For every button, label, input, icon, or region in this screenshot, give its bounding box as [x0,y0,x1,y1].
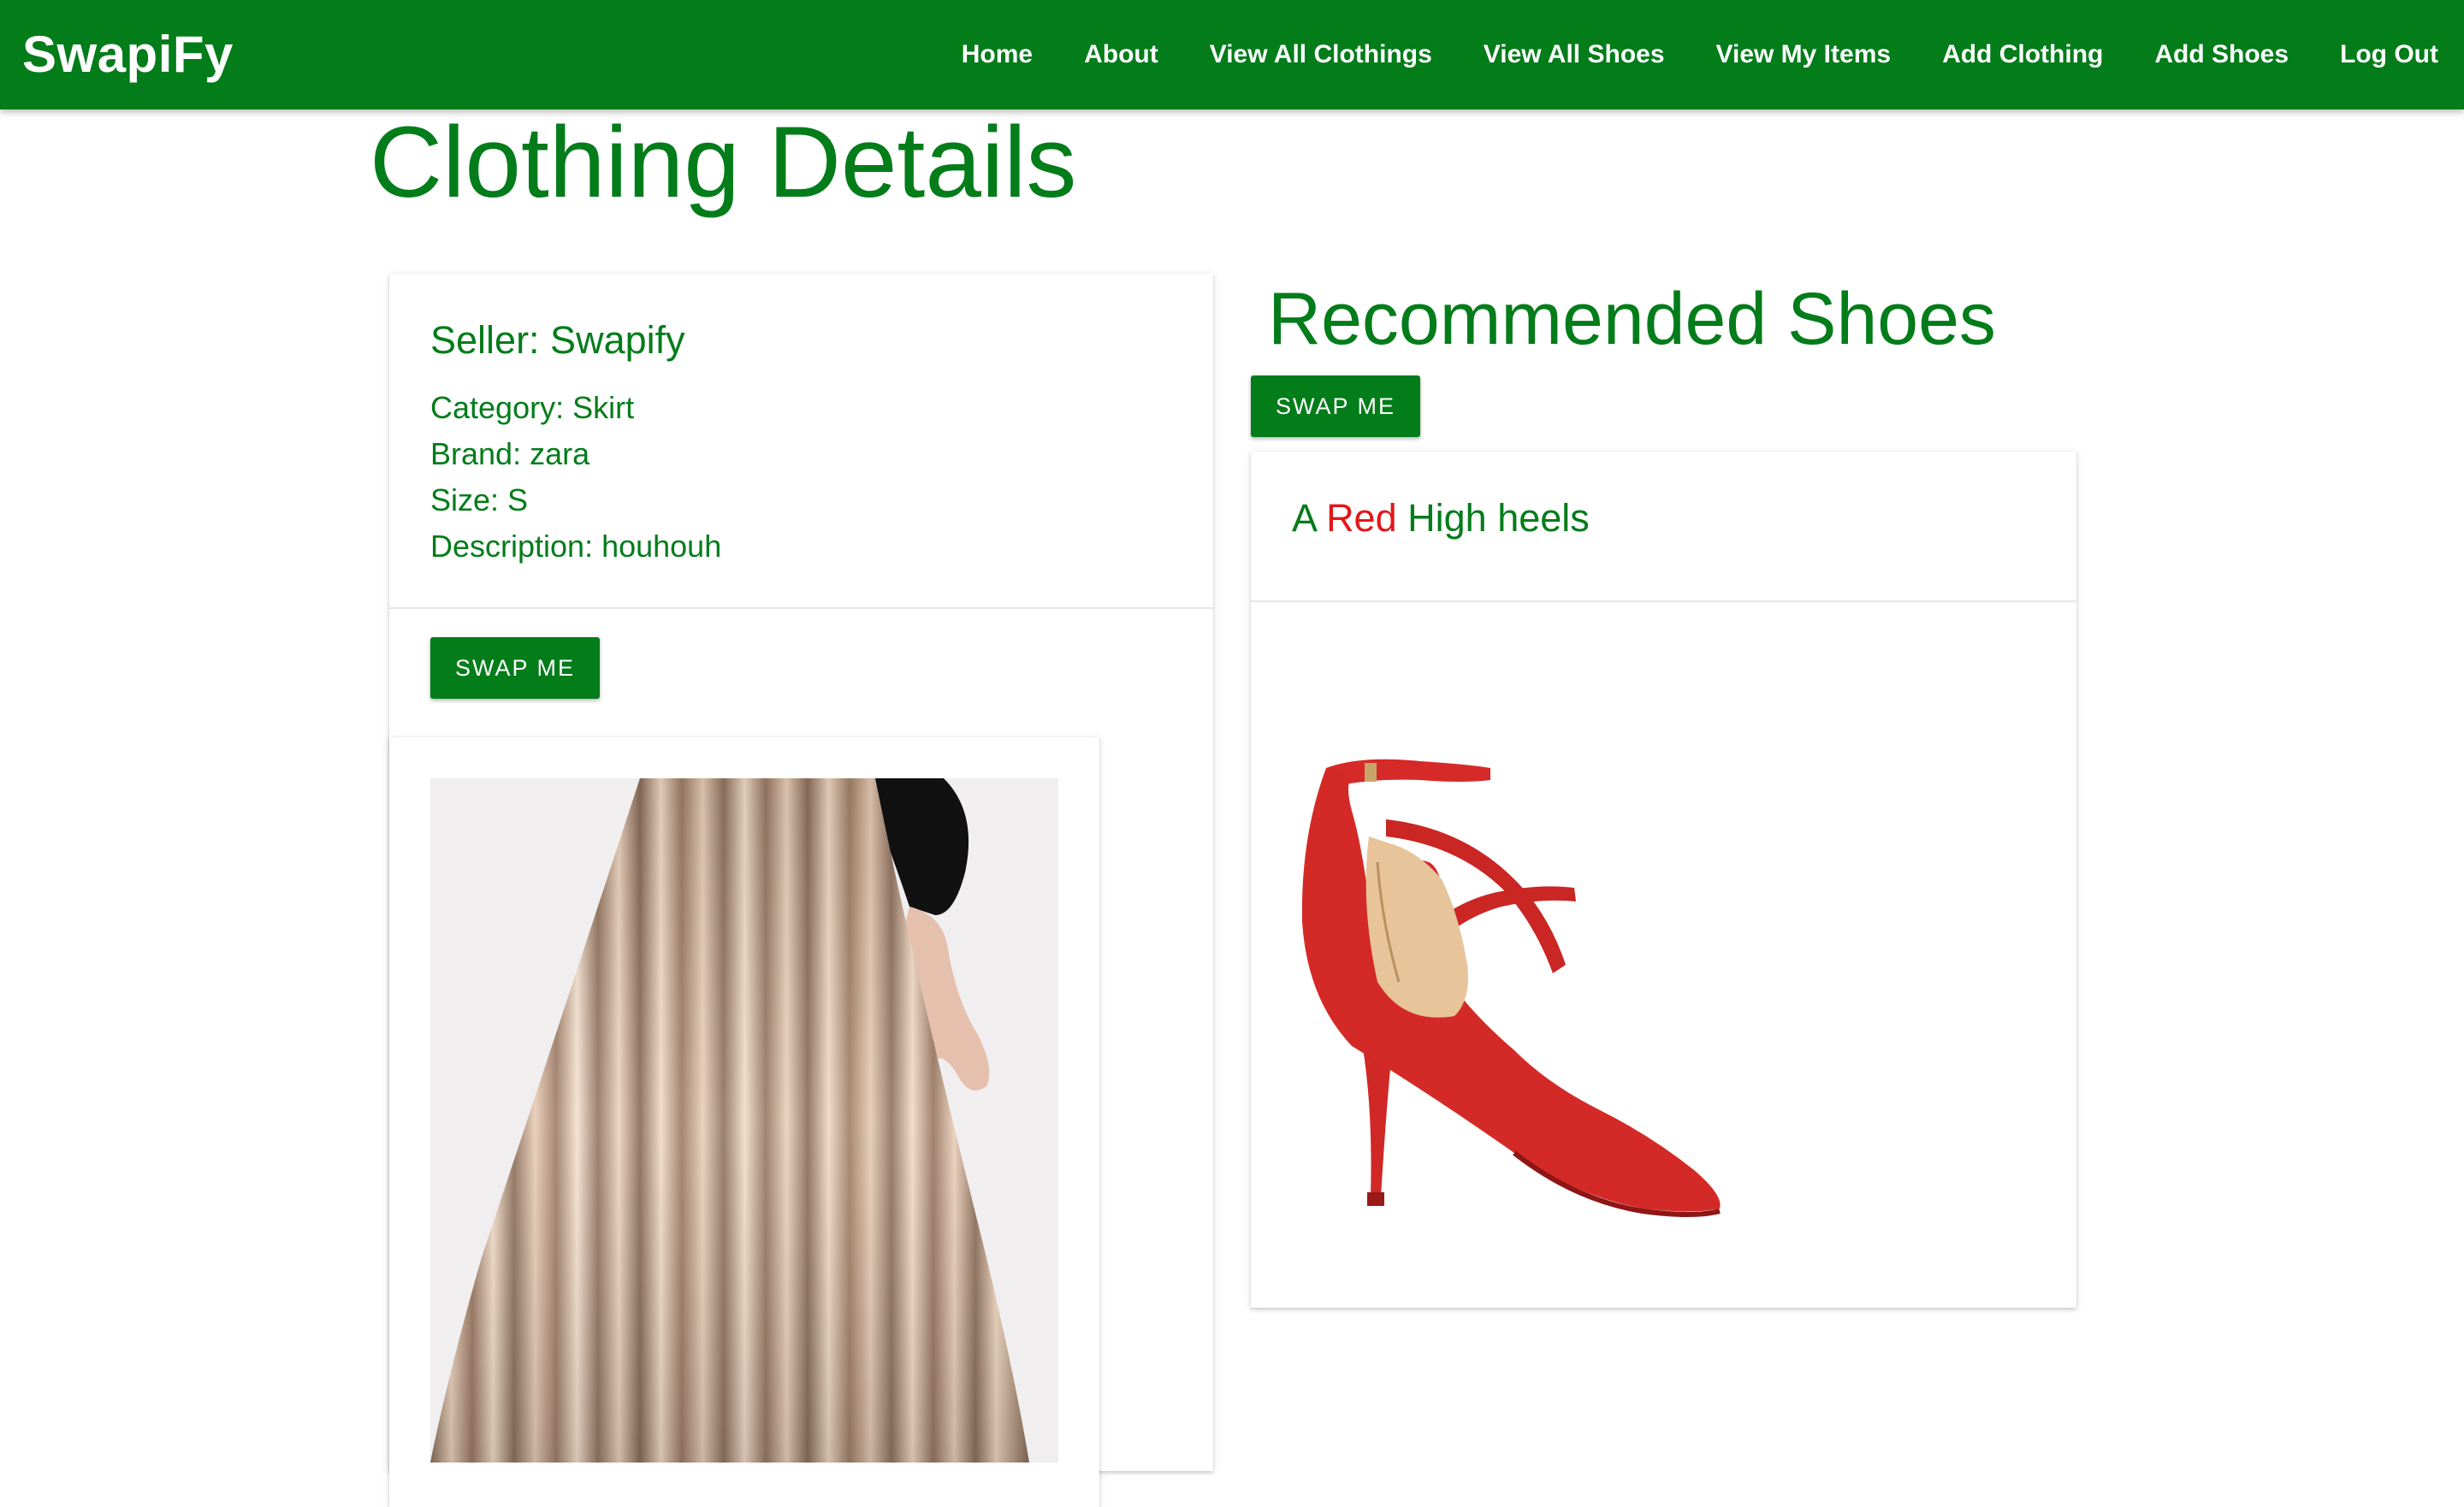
card-divider [389,607,1213,609]
brand-label: Brand: zara [430,436,590,471]
brand-logo[interactable]: SwapiFy [22,0,234,109]
size-label: Size: S [430,482,529,517]
shoe-title-name: High heels [1407,496,1590,540]
shoe-title-color: Red [1326,496,1397,540]
nav-link-add-clothing[interactable]: Add Clothing [1942,40,2103,69]
swap-me-button[interactable]: SWAP ME [430,637,600,699]
nav-link-about[interactable]: About [1084,40,1158,69]
seller-label: Seller: Swapify [430,318,685,362]
card-divider [1251,600,2076,602]
nav-link-view-all-shoes[interactable]: View All Shoes [1484,40,1665,69]
shoe-title-prefix: A [1292,496,1316,540]
nav-link-add-shoes[interactable]: Add Shoes [2154,40,2289,69]
category-label: Category: Skirt [430,390,635,425]
recommended-swap-me-button[interactable]: SWAP ME [1251,375,1420,437]
page-title: Clothing Details [370,106,1077,219]
nav-links: Home About View All Clothings View All S… [910,0,2438,109]
nav-link-view-my-items[interactable]: View My Items [1716,40,1892,69]
nav-link-log-out[interactable]: Log Out [2340,40,2438,69]
description-label: Description: houhouh [430,529,722,564]
shoe-image [1292,708,1737,1238]
clothing-attributes: Category: Skirt Brand: zara Size: S Desc… [430,385,721,570]
recommended-shoe-card: A Red High heels [1251,452,2076,1308]
nav-link-home[interactable]: Home [962,40,1033,69]
recommended-title: Recommended Shoes [1268,278,1996,360]
skirt-image [430,778,1058,1463]
nav-link-view-all-clothings[interactable]: View All Clothings [1210,40,1432,69]
shoe-title: A Red High heels [1292,496,1590,541]
clothing-image-card [389,737,1099,1507]
navbar: SwapiFy Home About View All Clothings Vi… [0,0,2464,109]
